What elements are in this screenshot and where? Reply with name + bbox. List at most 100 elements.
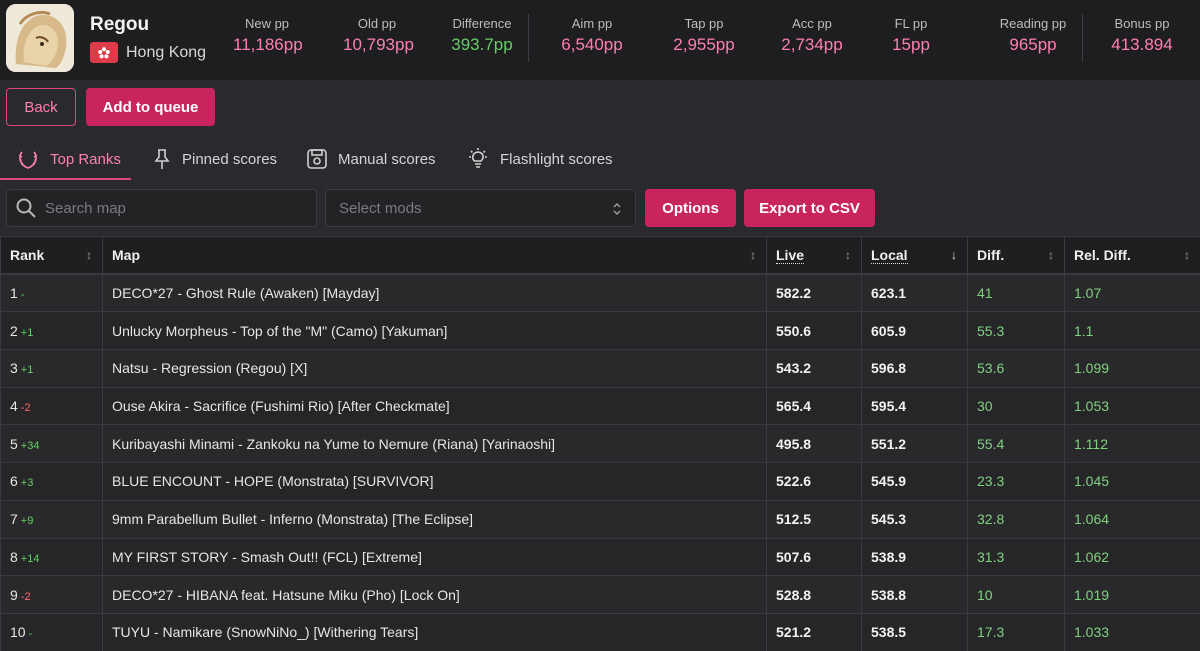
table-row[interactable]: 3 +1 Natsu - Regression (Regou) [X] 543.2 59…: [0, 349, 1200, 388]
sort-icon[interactable]: ↕: [1184, 248, 1190, 262]
map-cell[interactable]: MY FIRST STORY - Smash Out!! (FCL) [Extr…: [102, 537, 767, 577]
column-header-label: Map: [112, 247, 140, 264]
sort-icon[interactable]: ↕: [1048, 248, 1054, 262]
column-header-live[interactable]: Live ↕: [766, 236, 862, 276]
stat-label: FL pp: [894, 16, 928, 31]
rank-cell: 9 -2: [0, 575, 103, 614]
rel-diff-cell: 1.045: [1064, 462, 1200, 501]
table-row[interactable]: 1- DECO*27 - Ghost Rule (Awaken) [Mayday]…: [0, 273, 1200, 313]
rank-value: 5: [10, 435, 18, 452]
search-input[interactable]: [45, 199, 305, 217]
rank-cell: 8 +14: [0, 537, 103, 577]
tab-top-ranks[interactable]: Top Ranks: [16, 138, 121, 180]
table-row[interactable]: 10- TUYU - Namikare (SnowNiNo_) [Witherin…: [0, 612, 1200, 651]
rank-cell: 7 +9: [0, 499, 103, 539]
map-cell[interactable]: 9mm Parabellum Bullet - Inferno (Monstra…: [102, 499, 767, 539]
rank-value: 6: [10, 473, 18, 490]
sort-descending-icon[interactable]: ↓: [951, 248, 957, 262]
export-csv-button[interactable]: Export to CSV: [744, 189, 875, 227]
column-header-rank[interactable]: Rank ↕: [0, 236, 103, 276]
tab-label: Top Ranks: [50, 150, 121, 168]
lightbulb-icon: [469, 148, 487, 168]
rank-change: -2: [20, 402, 31, 415]
stat-value: 393.7pp: [451, 35, 513, 54]
map-title[interactable]: DECO*27 - HIBANA feat. Hatsune Miku (Pho…: [112, 587, 460, 603]
map-cell[interactable]: DECO*27 - HIBANA feat. Hatsune Miku (Pho…: [102, 575, 767, 614]
username[interactable]: Regou: [90, 14, 206, 36]
tab-manual-scores[interactable]: Manual scores: [306, 138, 436, 180]
tab-label: Flashlight scores: [500, 150, 613, 168]
map-title[interactable]: Natsu - Regression (Regou) [X]: [112, 360, 307, 376]
score-tabs: Top Ranks Pinned scores Manual scores Fl…: [0, 138, 1200, 180]
tab-pinned-scores[interactable]: Pinned scores: [152, 138, 277, 180]
sort-icon[interactable]: ↕: [845, 248, 851, 262]
table-row[interactable]: 7 +9 9mm Parabellum Bullet - Inferno (Mons…: [0, 499, 1200, 539]
table-row[interactable]: 6 +3 BLUE ENCOUNT - HOPE (Monstrata) [SURV…: [0, 462, 1200, 501]
rank-value: 3: [10, 360, 18, 377]
column-header-rel-diff[interactable]: Rel. Diff. ↕: [1064, 236, 1200, 276]
sort-icon[interactable]: ↕: [86, 248, 92, 262]
rel-diff-cell: 1.112: [1064, 424, 1200, 464]
map-title[interactable]: Unlucky Morpheus - Top of the "M" (Camo)…: [112, 323, 447, 339]
local-pp-cell: 595.4: [861, 386, 968, 426]
table-row[interactable]: 2 +1 Unlucky Morpheus - Top of the "M" (Ca…: [0, 311, 1200, 351]
stat-label: Tap pp: [684, 16, 724, 31]
map-title[interactable]: Ouse Akira - Sacrifice (Fushimi Rio) [Af…: [112, 398, 450, 414]
map-cell[interactable]: Kuribayashi Minami - Zankoku na Yume to …: [102, 424, 767, 464]
mods-select-placeholder: Select mods: [339, 199, 422, 217]
sort-icon[interactable]: ↕: [750, 248, 756, 262]
add-to-queue-button[interactable]: Add to queue: [86, 88, 215, 126]
diff-cell: 17.3: [967, 612, 1065, 651]
table-row[interactable]: 4 -2 Ouse Akira - Sacrifice (Fushimi Rio) …: [0, 386, 1200, 426]
map-cell[interactable]: Unlucky Morpheus - Top of the "M" (Camo)…: [102, 311, 767, 351]
mods-select[interactable]: Select mods: [325, 189, 636, 227]
rank-change: +3: [20, 477, 34, 490]
diff-cell: 53.6: [967, 349, 1065, 388]
map-cell[interactable]: BLUE ENCOUNT - HOPE (Monstrata) [SURVIVO…: [102, 462, 767, 501]
diff-cell: 30: [967, 386, 1065, 426]
table-row[interactable]: 9 -2 DECO*27 - HIBANA feat. Hatsune Miku (…: [0, 575, 1200, 614]
stat-bonus-pp: Bonus pp 413.894: [1107, 16, 1177, 55]
stat-label: Acc pp: [792, 16, 832, 31]
rel-diff-cell: 1.062: [1064, 537, 1200, 577]
map-title[interactable]: DECO*27 - Ghost Rule (Awaken) [Mayday]: [112, 285, 379, 301]
back-button[interactable]: Back: [6, 88, 76, 126]
column-header-map[interactable]: Map ↕: [102, 236, 767, 276]
divider: [528, 14, 529, 62]
map-cell[interactable]: Ouse Akira - Sacrifice (Fushimi Rio) [Af…: [102, 386, 767, 426]
live-pp-cell: 512.5: [766, 499, 862, 539]
lion-avatar-icon: [6, 4, 74, 72]
options-button[interactable]: Options: [645, 189, 736, 227]
live-pp-cell: 528.8: [766, 575, 862, 614]
column-header-diff[interactable]: Diff. ↕: [967, 236, 1065, 276]
table-header-row: Rank ↕ Map ↕ Live ↕ Local ↓ Diff. ↕ Rel. Diff…: [0, 236, 1200, 276]
live-pp-cell: 495.8: [766, 424, 862, 464]
avatar[interactable]: [6, 4, 74, 72]
column-header-label: Local: [871, 247, 908, 265]
tab-flashlight-scores[interactable]: Flashlight scores: [466, 138, 613, 180]
map-title[interactable]: MY FIRST STORY - Smash Out!! (FCL) [Extr…: [112, 549, 422, 565]
map-cell[interactable]: DECO*27 - Ghost Rule (Awaken) [Mayday]: [102, 273, 767, 313]
diff-cell: 32.8: [967, 499, 1065, 539]
diff-cell: 31.3: [967, 537, 1065, 577]
table-row[interactable]: 5 +34 Kuribayashi Minami - Zankoku na Yume…: [0, 424, 1200, 464]
table-row[interactable]: 8 +14 MY FIRST STORY - Smash Out!! (FCL) […: [0, 537, 1200, 577]
column-header-local[interactable]: Local ↓: [861, 236, 968, 276]
rank-value: 7: [10, 511, 18, 528]
rel-diff-cell: 1.019: [1064, 575, 1200, 614]
diff-cell: 55.3: [967, 311, 1065, 351]
country: Hong Kong: [90, 42, 206, 63]
rank-value: 10: [10, 624, 26, 641]
map-title[interactable]: TUYU - Namikare (SnowNiNo_) [Withering T…: [112, 624, 418, 640]
search-box[interactable]: [6, 189, 317, 227]
map-cell[interactable]: Natsu - Regression (Regou) [X]: [102, 349, 767, 388]
map-title[interactable]: BLUE ENCOUNT - HOPE (Monstrata) [SURVIVO…: [112, 473, 434, 489]
column-header-label: Diff.: [977, 247, 1005, 264]
rank-cell: 10-: [0, 612, 103, 651]
map-cell[interactable]: TUYU - Namikare (SnowNiNo_) [Withering T…: [102, 612, 767, 651]
rank-cell: 4 -2: [0, 386, 103, 426]
map-title[interactable]: Kuribayashi Minami - Zankoku na Yume to …: [112, 436, 555, 452]
map-title[interactable]: 9mm Parabellum Bullet - Inferno (Monstra…: [112, 511, 473, 527]
stat-value: 11,186pp: [233, 35, 303, 54]
diff-cell: 23.3: [967, 462, 1065, 501]
